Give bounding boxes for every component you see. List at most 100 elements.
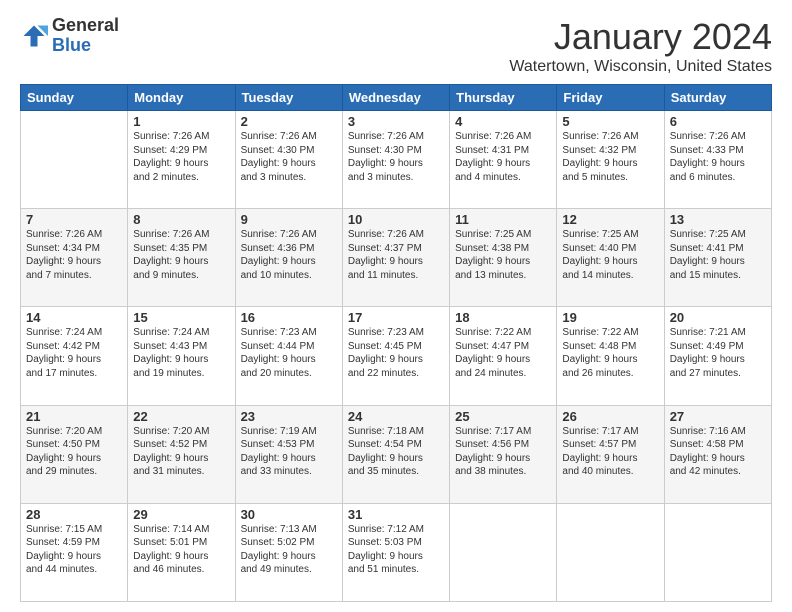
day-info: Sunrise: 7:25 AM Sunset: 4:40 PM Dayligh… <box>562 228 658 282</box>
calendar-week-1: 7Sunrise: 7:26 AM Sunset: 4:34 PM Daylig… <box>21 209 772 307</box>
day-number: 5 <box>562 114 658 129</box>
col-monday: Monday <box>128 85 235 111</box>
day-number: 16 <box>241 310 337 325</box>
day-info: Sunrise: 7:20 AM Sunset: 4:50 PM Dayligh… <box>26 425 122 479</box>
day-info: Sunrise: 7:19 AM Sunset: 4:53 PM Dayligh… <box>241 425 337 479</box>
calendar-cell: 21Sunrise: 7:20 AM Sunset: 4:50 PM Dayli… <box>21 405 128 503</box>
day-number: 9 <box>241 212 337 227</box>
calendar-cell: 29Sunrise: 7:14 AM Sunset: 5:01 PM Dayli… <box>128 503 235 601</box>
day-info: Sunrise: 7:26 AM Sunset: 4:31 PM Dayligh… <box>455 130 551 184</box>
day-info: Sunrise: 7:26 AM Sunset: 4:29 PM Dayligh… <box>133 130 229 184</box>
calendar-cell <box>21 111 128 209</box>
calendar-cell: 16Sunrise: 7:23 AM Sunset: 4:44 PM Dayli… <box>235 307 342 405</box>
day-number: 28 <box>26 507 122 522</box>
col-saturday: Saturday <box>664 85 771 111</box>
calendar-cell: 6Sunrise: 7:26 AM Sunset: 4:33 PM Daylig… <box>664 111 771 209</box>
calendar-cell: 4Sunrise: 7:26 AM Sunset: 4:31 PM Daylig… <box>450 111 557 209</box>
day-number: 23 <box>241 409 337 424</box>
calendar-cell: 18Sunrise: 7:22 AM Sunset: 4:47 PM Dayli… <box>450 307 557 405</box>
day-number: 20 <box>670 310 766 325</box>
day-info: Sunrise: 7:26 AM Sunset: 4:35 PM Dayligh… <box>133 228 229 282</box>
calendar-cell: 7Sunrise: 7:26 AM Sunset: 4:34 PM Daylig… <box>21 209 128 307</box>
day-info: Sunrise: 7:22 AM Sunset: 4:48 PM Dayligh… <box>562 326 658 380</box>
calendar-cell: 17Sunrise: 7:23 AM Sunset: 4:45 PM Dayli… <box>342 307 449 405</box>
title-block: January 2024 Watertown, Wisconsin, Unite… <box>509 16 772 76</box>
day-info: Sunrise: 7:13 AM Sunset: 5:02 PM Dayligh… <box>241 523 337 577</box>
calendar-cell: 24Sunrise: 7:18 AM Sunset: 4:54 PM Dayli… <box>342 405 449 503</box>
logo-blue: Blue <box>52 36 119 56</box>
calendar-cell <box>557 503 664 601</box>
calendar-header-row: Sunday Monday Tuesday Wednesday Thursday… <box>21 85 772 111</box>
day-number: 29 <box>133 507 229 522</box>
calendar-week-2: 14Sunrise: 7:24 AM Sunset: 4:42 PM Dayli… <box>21 307 772 405</box>
day-number: 25 <box>455 409 551 424</box>
day-info: Sunrise: 7:25 AM Sunset: 4:41 PM Dayligh… <box>670 228 766 282</box>
day-info: Sunrise: 7:17 AM Sunset: 4:57 PM Dayligh… <box>562 425 658 479</box>
day-number: 6 <box>670 114 766 129</box>
calendar-cell: 10Sunrise: 7:26 AM Sunset: 4:37 PM Dayli… <box>342 209 449 307</box>
col-tuesday: Tuesday <box>235 85 342 111</box>
calendar-cell: 22Sunrise: 7:20 AM Sunset: 4:52 PM Dayli… <box>128 405 235 503</box>
month-title: January 2024 <box>509 16 772 58</box>
day-number: 4 <box>455 114 551 129</box>
day-info: Sunrise: 7:24 AM Sunset: 4:42 PM Dayligh… <box>26 326 122 380</box>
logo-icon <box>20 22 48 50</box>
day-number: 13 <box>670 212 766 227</box>
col-friday: Friday <box>557 85 664 111</box>
calendar-cell: 25Sunrise: 7:17 AM Sunset: 4:56 PM Dayli… <box>450 405 557 503</box>
calendar-cell: 14Sunrise: 7:24 AM Sunset: 4:42 PM Dayli… <box>21 307 128 405</box>
location-title: Watertown, Wisconsin, United States <box>509 58 772 76</box>
day-number: 19 <box>562 310 658 325</box>
calendar-cell: 19Sunrise: 7:22 AM Sunset: 4:48 PM Dayli… <box>557 307 664 405</box>
calendar-cell: 28Sunrise: 7:15 AM Sunset: 4:59 PM Dayli… <box>21 503 128 601</box>
calendar-cell: 30Sunrise: 7:13 AM Sunset: 5:02 PM Dayli… <box>235 503 342 601</box>
day-number: 1 <box>133 114 229 129</box>
day-number: 27 <box>670 409 766 424</box>
day-info: Sunrise: 7:23 AM Sunset: 4:44 PM Dayligh… <box>241 326 337 380</box>
col-sunday: Sunday <box>21 85 128 111</box>
day-number: 18 <box>455 310 551 325</box>
header: General Blue January 2024 Watertown, Wis… <box>20 16 772 76</box>
day-number: 14 <box>26 310 122 325</box>
day-number: 2 <box>241 114 337 129</box>
day-info: Sunrise: 7:16 AM Sunset: 4:58 PM Dayligh… <box>670 425 766 479</box>
day-info: Sunrise: 7:18 AM Sunset: 4:54 PM Dayligh… <box>348 425 444 479</box>
page: General Blue January 2024 Watertown, Wis… <box>0 0 792 612</box>
day-info: Sunrise: 7:26 AM Sunset: 4:34 PM Dayligh… <box>26 228 122 282</box>
day-number: 24 <box>348 409 444 424</box>
calendar-cell: 26Sunrise: 7:17 AM Sunset: 4:57 PM Dayli… <box>557 405 664 503</box>
day-number: 31 <box>348 507 444 522</box>
day-number: 12 <box>562 212 658 227</box>
calendar-table: Sunday Monday Tuesday Wednesday Thursday… <box>20 84 772 602</box>
day-number: 3 <box>348 114 444 129</box>
day-number: 26 <box>562 409 658 424</box>
calendar-cell: 12Sunrise: 7:25 AM Sunset: 4:40 PM Dayli… <box>557 209 664 307</box>
day-info: Sunrise: 7:12 AM Sunset: 5:03 PM Dayligh… <box>348 523 444 577</box>
calendar-week-4: 28Sunrise: 7:15 AM Sunset: 4:59 PM Dayli… <box>21 503 772 601</box>
day-info: Sunrise: 7:24 AM Sunset: 4:43 PM Dayligh… <box>133 326 229 380</box>
calendar-cell: 9Sunrise: 7:26 AM Sunset: 4:36 PM Daylig… <box>235 209 342 307</box>
day-info: Sunrise: 7:26 AM Sunset: 4:33 PM Dayligh… <box>670 130 766 184</box>
calendar-cell <box>450 503 557 601</box>
day-info: Sunrise: 7:22 AM Sunset: 4:47 PM Dayligh… <box>455 326 551 380</box>
calendar-week-3: 21Sunrise: 7:20 AM Sunset: 4:50 PM Dayli… <box>21 405 772 503</box>
calendar-cell: 11Sunrise: 7:25 AM Sunset: 4:38 PM Dayli… <box>450 209 557 307</box>
day-number: 17 <box>348 310 444 325</box>
logo-text: General Blue <box>52 16 119 56</box>
day-info: Sunrise: 7:25 AM Sunset: 4:38 PM Dayligh… <box>455 228 551 282</box>
day-info: Sunrise: 7:21 AM Sunset: 4:49 PM Dayligh… <box>670 326 766 380</box>
day-info: Sunrise: 7:17 AM Sunset: 4:56 PM Dayligh… <box>455 425 551 479</box>
logo: General Blue <box>20 16 119 56</box>
day-info: Sunrise: 7:26 AM Sunset: 4:37 PM Dayligh… <box>348 228 444 282</box>
day-info: Sunrise: 7:20 AM Sunset: 4:52 PM Dayligh… <box>133 425 229 479</box>
day-number: 7 <box>26 212 122 227</box>
day-info: Sunrise: 7:15 AM Sunset: 4:59 PM Dayligh… <box>26 523 122 577</box>
calendar-week-0: 1Sunrise: 7:26 AM Sunset: 4:29 PM Daylig… <box>21 111 772 209</box>
calendar-cell: 5Sunrise: 7:26 AM Sunset: 4:32 PM Daylig… <box>557 111 664 209</box>
day-info: Sunrise: 7:26 AM Sunset: 4:30 PM Dayligh… <box>241 130 337 184</box>
day-number: 8 <box>133 212 229 227</box>
calendar-cell: 23Sunrise: 7:19 AM Sunset: 4:53 PM Dayli… <box>235 405 342 503</box>
calendar-cell: 3Sunrise: 7:26 AM Sunset: 4:30 PM Daylig… <box>342 111 449 209</box>
day-info: Sunrise: 7:26 AM Sunset: 4:32 PM Dayligh… <box>562 130 658 184</box>
day-number: 15 <box>133 310 229 325</box>
